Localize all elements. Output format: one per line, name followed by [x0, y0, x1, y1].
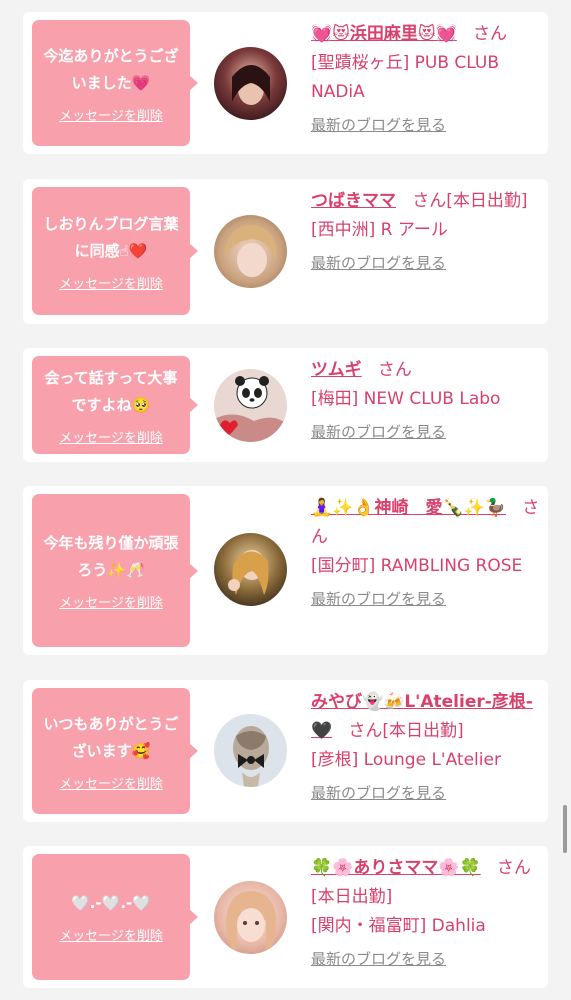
view-blog-link[interactable]: 最新のブログを見る	[311, 779, 446, 808]
honorific: さん[本日出勤]	[412, 191, 528, 211]
avatar[interactable]	[214, 369, 287, 442]
sender-info: 💓😻浜田麻里😻💓 さん [聖蹟桜ヶ丘] PUB CLUB NADiA 最新のブロ…	[311, 20, 543, 140]
message-bubble: 会って話すって大事ですよね🥺 メッセージを削除	[32, 356, 190, 454]
avatar[interactable]	[214, 533, 287, 606]
shop-name: [国分町] RAMBLING ROSE	[311, 556, 523, 576]
shop-name: [彦根] Lounge L'Atelier	[311, 750, 501, 770]
view-blog-link[interactable]: 最新のブログを見る	[311, 111, 446, 140]
message-text: 今年も残り僅か頑張ろう✨🥂	[43, 534, 179, 579]
honorific: さん	[377, 360, 412, 380]
sender-info: 🍀🌸ありさママ🌸🍀 さん[本日出勤] [関内・福富町] Dahlia 最新のブロ…	[311, 854, 543, 974]
message-text: しおりんブログ言葉に同感☝❤️	[43, 214, 179, 260]
message-bubble: いつもありがとうございます🥰 メッセージを削除	[32, 688, 190, 814]
message-card: 今年も残り僅か頑張ろう✨🥂 メッセージを削除 🧘‍♀️✨👌神崎 愛🍾✨🦆 さん …	[23, 486, 548, 655]
sender-name-link[interactable]: つばきママ	[311, 191, 396, 211]
message-card: 今迄ありがとうございました💗 メッセージを削除 💓😻浜田麻里😻💓 さん [聖蹟桜…	[23, 12, 548, 154]
delete-message-link[interactable]: メッセージを削除	[59, 773, 163, 792]
honorific: さん	[473, 24, 507, 44]
message-bubble: 🤍.-🤍.-🤍 メッセージを削除	[32, 854, 190, 980]
message-bubble: 今年も残り僅か頑張ろう✨🥂 メッセージを削除	[32, 494, 190, 647]
message-text: 今迄ありがとうございました💗	[43, 46, 179, 92]
message-card: 会って話すって大事ですよね🥺 メッセージを削除 ツムギ さん [梅田] NEW …	[23, 348, 548, 462]
delete-message-link[interactable]: メッセージを削除	[59, 273, 163, 292]
sender-info: つばきママ さん[本日出勤] [西中洲] R アール 最新のブログを見る	[311, 187, 543, 278]
message-text: 会って話すって大事ですよね🥺	[44, 368, 178, 414]
delete-message-link[interactable]: メッセージを削除	[59, 105, 163, 124]
view-blog-link[interactable]: 最新のブログを見る	[311, 249, 446, 278]
sender-name-link[interactable]: ツムギ	[311, 360, 362, 380]
sender-info: 🧘‍♀️✨👌神崎 愛🍾✨🦆 さん [国分町] RAMBLING ROSE 最新の…	[311, 494, 543, 614]
message-card: いつもありがとうございます🥰 メッセージを削除 みやび👻🍻L'Atelier-彦…	[23, 680, 548, 822]
sender-name-link[interactable]: 🍀🌸ありさママ🌸🍀	[311, 858, 481, 878]
shop-name: [梅田] NEW CLUB Labo	[311, 389, 501, 409]
avatar[interactable]	[214, 714, 287, 787]
delete-message-link[interactable]: メッセージを削除	[59, 925, 163, 944]
message-bubble: しおりんブログ言葉に同感☝❤️ メッセージを削除	[32, 187, 190, 315]
avatar[interactable]	[214, 215, 287, 288]
message-card: 🤍.-🤍.-🤍 メッセージを削除 🍀🌸ありさママ🌸🍀 さん[本日出勤] [関内・…	[23, 846, 548, 988]
message-list: 今迄ありがとうございました💗 メッセージを削除 💓😻浜田麻里😻💓 さん [聖蹟桜…	[0, 0, 571, 1000]
message-card: しおりんブログ言葉に同感☝❤️ メッセージを削除 つばきママ さん[本日出勤] …	[23, 179, 548, 324]
delete-message-link[interactable]: メッセージを削除	[59, 427, 163, 446]
view-blog-link[interactable]: 最新のブログを見る	[311, 585, 446, 614]
avatar[interactable]	[214, 881, 287, 954]
shop-name: [聖蹟桜ヶ丘] PUB CLUB NADiA	[311, 53, 500, 102]
message-text: 🤍.-🤍.-🤍	[71, 894, 151, 912]
honorific: さん[本日出勤]	[348, 721, 464, 741]
shop-name: [西中洲] R アール	[311, 220, 448, 240]
sender-info: みやび👻🍻L'Atelier-彦根-🖤 さん[本日出勤] [彦根] Lounge…	[311, 688, 543, 808]
scrollbar[interactable]	[563, 805, 567, 853]
avatar[interactable]	[214, 47, 287, 120]
shop-name: [関内・福富町] Dahlia	[311, 916, 486, 936]
view-blog-link[interactable]: 最新のブログを見る	[311, 945, 446, 974]
sender-name-link[interactable]: 💓😻浜田麻里😻💓	[311, 24, 457, 44]
delete-message-link[interactable]: メッセージを削除	[59, 592, 163, 611]
sender-name-link[interactable]: 🧘‍♀️✨👌神崎 愛🍾✨🦆	[311, 498, 506, 518]
message-text: いつもありがとうございます🥰	[43, 714, 179, 760]
message-bubble: 今迄ありがとうございました💗 メッセージを削除	[32, 20, 190, 146]
view-blog-link[interactable]: 最新のブログを見る	[311, 418, 446, 447]
sender-info: ツムギ さん [梅田] NEW CLUB Labo 最新のブログを見る	[311, 356, 543, 447]
